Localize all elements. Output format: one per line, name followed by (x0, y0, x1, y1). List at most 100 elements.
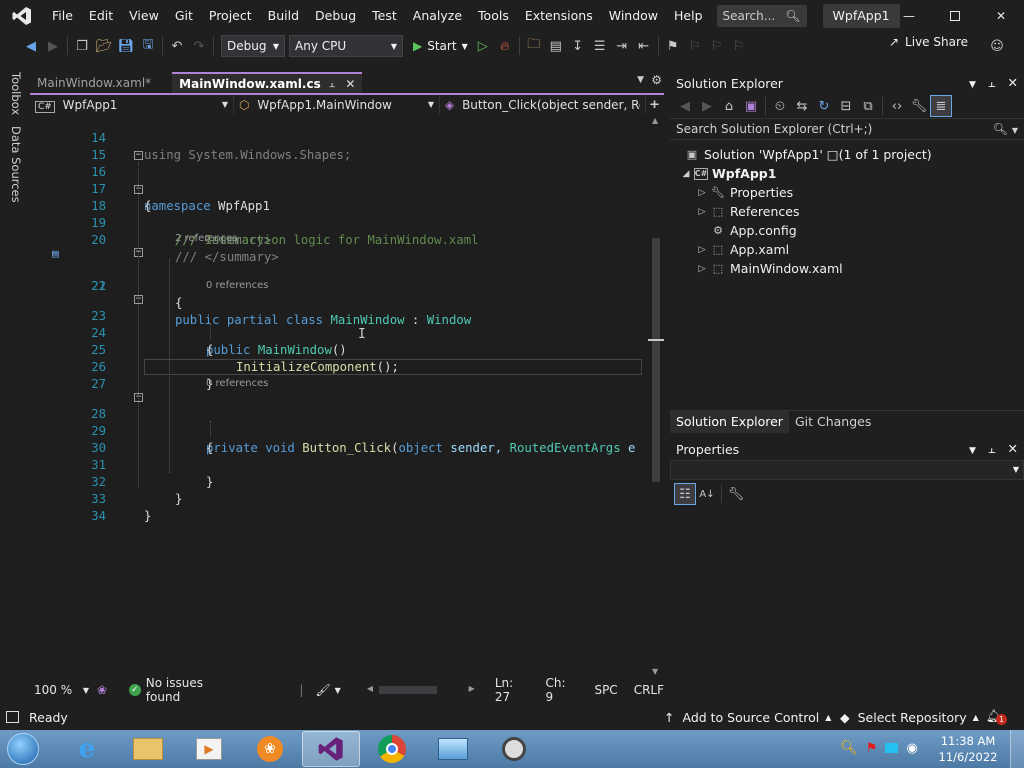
tab-mainwindow-xaml[interactable]: MainWindow.xaml* (30, 72, 158, 93)
refresh-button[interactable]: ↻ (813, 95, 835, 117)
back-button[interactable]: ◀︎ (20, 35, 42, 57)
tree-item-solution[interactable]: ▣ Solution 'WpfApp1' □(1 of 1 project) (684, 145, 932, 164)
tree-item-references[interactable]: ▷ ⬚ References (694, 202, 800, 221)
pending-changes-filter-button[interactable]: ⏲︎ (769, 95, 791, 117)
indent-button[interactable]: ⇥ (611, 35, 633, 57)
horizontal-scrollbar-thumb[interactable] (378, 686, 437, 694)
output-window-icon[interactable] (6, 711, 19, 723)
forward-button[interactable]: ▶︎ (696, 95, 718, 117)
search-icon[interactable]: 🔍︎ (840, 740, 858, 756)
code-editor[interactable]: 14 using System.Windows.Shapes; 15 16 − … (30, 114, 664, 680)
volume-icon[interactable]: ◉ (906, 741, 917, 756)
start-without-debugging-button[interactable]: ▷ (472, 35, 494, 57)
chevron-down-icon[interactable]: ▼ (969, 446, 976, 456)
open-file-button[interactable]: 📂︎ (93, 35, 115, 57)
menu-build[interactable]: Build (260, 0, 307, 32)
solution-explorer-toolbar-button[interactable]: 🗀︎ (523, 35, 545, 57)
menu-help[interactable]: Help (666, 0, 711, 32)
taskbar-file-explorer[interactable] (119, 731, 177, 767)
close-icon[interactable]: ✕ (1008, 75, 1018, 90)
member-dropdown[interactable]: ◈ Button_Click(object sender, Rou (440, 95, 646, 114)
show-all-files-button[interactable]: ⧉ (857, 95, 879, 117)
prev-bookmark-button[interactable]: ⚐ (684, 35, 706, 57)
taskbar-photo-viewer[interactable] (424, 731, 482, 767)
editor-vertical-scrollbar[interactable]: ▲ ▼ (648, 114, 664, 680)
scroll-down-icon[interactable]: ▼ (652, 667, 658, 676)
close-window-button[interactable]: ✕ (978, 0, 1024, 32)
menu-edit[interactable]: Edit (81, 0, 121, 32)
live-share-button[interactable]: ↗ Live Share (889, 35, 968, 49)
flag-icon[interactable]: ⚑ (866, 741, 878, 756)
taskbar-clock[interactable]: 11:38 AM 11/6/2022 (938, 733, 998, 765)
project-dropdown[interactable]: C# WpfApp1 ▼ (30, 95, 234, 114)
notifications-button[interactable]: 🔔︎ 1 (986, 708, 1007, 725)
search-box[interactable]: Search... 🔍︎ (716, 5, 807, 27)
collapsed-triangle-icon[interactable]: ▷ (694, 207, 710, 217)
type-dropdown[interactable]: ⬡ WpfApp1.MainWindow ▼ (234, 95, 440, 114)
solution-explorer-search[interactable]: Search Solution Explorer (Ctrl+;) 🔍︎ ▼ (670, 118, 1024, 140)
home-button[interactable]: ⌂ (718, 95, 740, 117)
next-bookmark-button[interactable]: ⚐ (706, 35, 728, 57)
tree-item-properties[interactable]: ▷ 🔧︎ Properties (694, 183, 794, 202)
menu-test[interactable]: Test (364, 0, 405, 32)
bookmark-margin-icon[interactable]: ▤ (52, 245, 59, 262)
code-cleanup-icon[interactable]: 🖌︎ (315, 683, 330, 697)
back-button[interactable]: ◀︎ (674, 95, 696, 117)
tree-item-app-config[interactable]: ⚙ App.config (710, 221, 797, 240)
split-editor-icon[interactable]: ➕︎ (650, 97, 659, 112)
pin-icon[interactable]: ⫠ (988, 441, 996, 456)
collapsed-triangle-icon[interactable]: ▷ (694, 188, 710, 198)
properties-button[interactable]: 🔧︎ (908, 95, 930, 117)
expanded-triangle-icon[interactable]: ◢ (678, 169, 694, 179)
step-button[interactable]: ↧ (567, 35, 589, 57)
taskbar-app-orange[interactable]: ❀ (241, 731, 299, 767)
tab-mainwindow-xaml-cs[interactable]: MainWindow.xaml.cs ⫠ ✕ (172, 72, 363, 93)
tree-item-mainwindow-xaml[interactable]: ▷ ⬚ MainWindow.xaml (694, 259, 843, 278)
start-debugging-button[interactable]: ▶︎ Start ▼ (409, 39, 472, 53)
menu-view[interactable]: View (121, 0, 167, 32)
scroll-up-icon[interactable]: ▲ (652, 116, 658, 125)
property-pages-button[interactable]: 🔧︎ (725, 483, 747, 505)
close-icon[interactable]: ✕ (1008, 441, 1018, 456)
scroll-right-icon[interactable]: ▶ (469, 684, 475, 693)
show-desktop-button[interactable] (1010, 730, 1024, 768)
pin-icon[interactable]: ⫠ (988, 75, 996, 90)
maximize-button[interactable] (932, 0, 978, 32)
menu-extensions[interactable]: Extensions (517, 0, 601, 32)
collapsed-triangle-icon[interactable]: ▷ (694, 264, 710, 274)
save-all-button[interactable]: 🖫︎ (137, 35, 159, 57)
clear-bookmarks-button[interactable]: ⚐ (728, 35, 750, 57)
save-button[interactable]: 💾︎ (115, 35, 137, 57)
alphabetical-button[interactable]: A↓ (696, 483, 718, 505)
switch-views-button[interactable]: ▣ (740, 95, 762, 117)
undo-button[interactable]: ↶ (166, 35, 188, 57)
layout-button[interactable]: ▤ (545, 35, 567, 57)
horizontal-scrollbar[interactable]: ◀ ▶ (367, 683, 475, 697)
zoom-dropdown[interactable]: 100 % ▼ (34, 683, 89, 697)
menu-tools[interactable]: Tools (470, 0, 517, 32)
taskbar-media-player[interactable]: ▶︎ (180, 731, 238, 767)
align-button[interactable]: ☰ (589, 35, 611, 57)
menu-debug[interactable]: Debug (307, 0, 364, 32)
chevron-down-icon[interactable]: ▼ (969, 80, 976, 90)
minimize-button[interactable]: — (886, 0, 932, 32)
tab-solution-explorer[interactable]: Solution Explorer (670, 410, 789, 433)
whitespace-indicator[interactable]: SPC (594, 683, 617, 697)
collapse-all-button[interactable]: ⊟ (835, 95, 857, 117)
add-to-source-control-button[interactable]: ↑ Add to Source Control ▲ (664, 710, 831, 725)
gear-icon[interactable]: ⚙ (651, 73, 662, 87)
bookmark-button[interactable]: ⚑ (662, 35, 684, 57)
new-project-button[interactable]: ❐ (71, 35, 93, 57)
collapse-toggle-icon[interactable]: − (134, 151, 143, 160)
sync-button[interactable]: ⇆ (791, 95, 813, 117)
collapsed-triangle-icon[interactable]: ▷ (694, 245, 710, 255)
menu-git[interactable]: Git (167, 0, 201, 32)
menu-project[interactable]: Project (201, 0, 260, 32)
issues-indicator[interactable]: ✓ No issues found (129, 676, 239, 704)
intellicode-icon[interactable]: ❀ (97, 683, 107, 697)
tab-overflow-chevron-icon[interactable]: ▼ (637, 75, 644, 85)
configuration-dropdown[interactable]: Debug ▼ (221, 35, 285, 57)
tree-item-app-xaml[interactable]: ▷ ⬚ App.xaml (694, 240, 790, 259)
line-indicator[interactable]: Ln: 27 (495, 676, 532, 704)
taskbar-chrome[interactable] (363, 731, 421, 767)
